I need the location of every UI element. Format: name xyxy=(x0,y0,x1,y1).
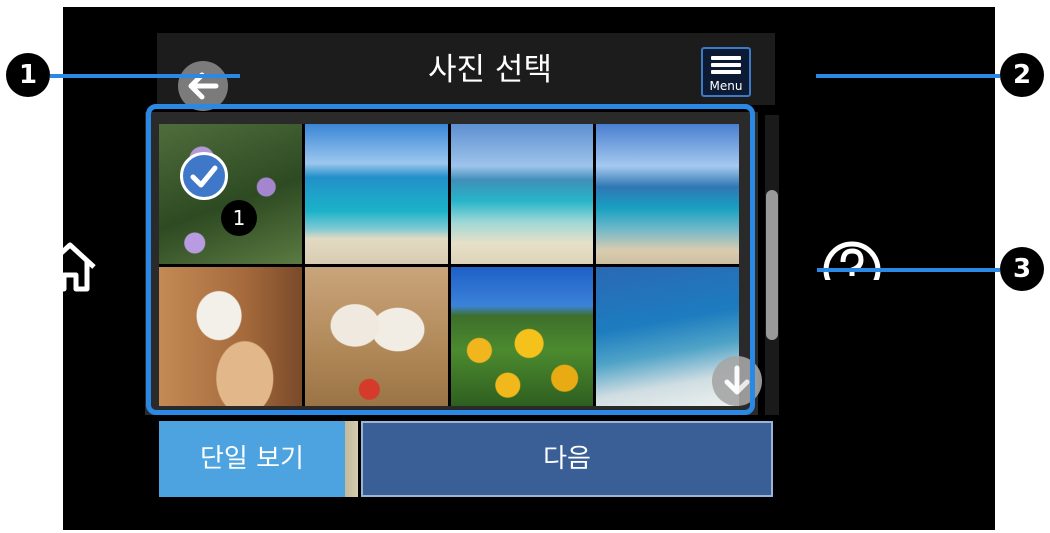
single-view-button[interactable]: 단일 보기 xyxy=(159,421,345,497)
menu-icon xyxy=(711,56,741,60)
photo-area-highlight xyxy=(146,104,755,415)
button-divider xyxy=(345,421,358,497)
help-icon[interactable] xyxy=(822,240,882,280)
callout-badge-1: 1 xyxy=(6,53,50,97)
menu-label: Menu xyxy=(709,79,743,93)
next-button[interactable]: 다음 xyxy=(361,421,773,497)
callout-badge-3: 3 xyxy=(1000,247,1044,291)
callout-line-3 xyxy=(817,268,1000,272)
home-icon[interactable] xyxy=(40,237,100,297)
menu-button[interactable]: Menu xyxy=(701,47,751,97)
callout-badge-2: 2 xyxy=(1000,53,1044,97)
callout-line-2 xyxy=(816,74,1000,78)
scrollbar-thumb[interactable] xyxy=(766,190,778,340)
callout-line-1 xyxy=(50,74,240,78)
page-title: 사진 선택 xyxy=(428,52,552,88)
